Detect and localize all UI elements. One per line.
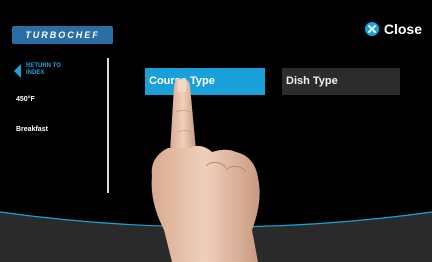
oven-screen: TURBOCHEF Close RETURN TO INDEX 450°F Br… xyxy=(0,0,432,262)
pointing-hand-image xyxy=(151,78,260,262)
